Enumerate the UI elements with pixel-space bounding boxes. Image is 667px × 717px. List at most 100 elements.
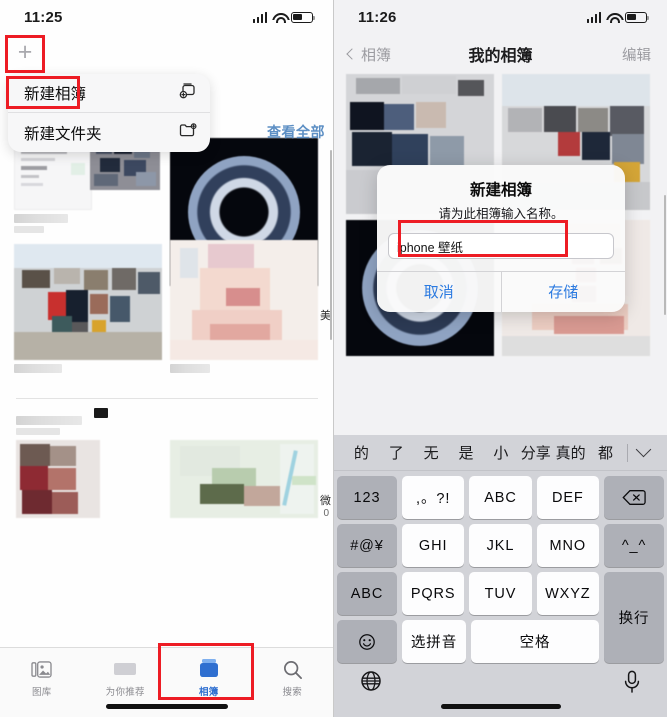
key-space[interactable]: 空格 — [471, 620, 599, 663]
tab-label: 搜索 — [282, 687, 303, 698]
left-status-bar: 11:25 — [0, 0, 333, 34]
save-button[interactable]: 存储 — [502, 272, 626, 312]
bottom-tab-bar: 图库 为你推荐 相簿 搜索 — [0, 647, 334, 717]
dialog-message: 请为此相簿输入名称。 — [438, 207, 564, 221]
new-album-icon — [178, 82, 197, 104]
left-phone-screen: 11:25 美 微 0 查看全部 + 新建相簿 新建文件夹 图库 为你推荐 相簿… — [0, 0, 334, 717]
keyboard-row: PQRS TUV WXYZ — [402, 572, 599, 615]
right-phone-screen: 11:26 相簿 我的相簿 编辑 新建相簿 请为此相簿输入名称。 iphone … — [334, 0, 667, 717]
photos-library-icon — [0, 656, 84, 682]
dialog-input-wrapper: iphone 壁纸 — [377, 233, 625, 271]
suggestion-word[interactable]: 分享 — [518, 442, 553, 463]
globe-icon[interactable] — [360, 670, 382, 697]
keyboard-row: GHI JKL MNO — [402, 524, 599, 567]
for-you-icon — [84, 656, 168, 682]
battery-icon — [291, 11, 316, 23]
menu-item-label: 新建文件夹 — [24, 125, 102, 143]
photo-thumbnail[interactable] — [16, 440, 100, 518]
edge-label-bottom-sub: 0 — [323, 508, 329, 519]
key-def[interactable]: DEF — [536, 476, 599, 519]
scroll-indicator[interactable] — [329, 150, 332, 340]
key-abc-mode[interactable]: ABC — [337, 572, 397, 615]
edge-label-bottom: 微 — [320, 495, 331, 507]
suggestion-word[interactable]: 小 — [484, 442, 519, 463]
chevron-down-icon[interactable] — [635, 441, 652, 458]
plus-icon: + — [17, 38, 33, 66]
suggestion-bar: 的 了 无 是 小 分享 真的 都 — [334, 435, 667, 471]
chinese-keyboard: 的 了 无 是 小 分享 真的 都 123 #@¥ ABC ,。?! ABC D… — [334, 435, 667, 717]
search-icon — [251, 656, 334, 682]
suggestion-word[interactable]: 是 — [449, 442, 484, 463]
dialog-title: 新建相簿 — [469, 182, 532, 199]
photo-thumbnail[interactable] — [170, 440, 318, 518]
wifi-icon — [272, 12, 286, 23]
status-icon-group — [252, 11, 316, 23]
sidebar-item-library[interactable]: 图库 — [0, 656, 84, 698]
suggestion-word[interactable]: 真的 — [553, 442, 588, 463]
add-button[interactable]: + — [12, 40, 38, 66]
page-title: 我的相簿 — [468, 48, 533, 65]
key-mno[interactable]: MNO — [536, 524, 599, 567]
cancel-button[interactable]: 取消 — [377, 272, 502, 312]
photo-thumbnail[interactable] — [14, 244, 162, 360]
key-kaomoji[interactable]: ^_^ — [604, 524, 664, 567]
key-abc[interactable]: ABC — [469, 476, 532, 519]
suggestion-word[interactable]: 了 — [379, 442, 414, 463]
wifi-icon — [606, 12, 620, 23]
key-symbols[interactable]: #@¥ — [337, 524, 397, 567]
sidebar-item-for-you[interactable]: 为你推荐 — [84, 656, 168, 698]
key-return[interactable]: 换行 — [604, 572, 664, 663]
divider — [627, 443, 628, 462]
dialog-button-row: 取消 存储 — [377, 271, 625, 312]
home-indicator — [106, 704, 228, 709]
key-punctuation[interactable]: ,。?! — [402, 476, 465, 519]
keyboard-center-column: ,。?! ABC DEF GHI JKL MNO PQRS TUV WXYZ 选… — [402, 476, 599, 663]
microphone-icon[interactable] — [623, 670, 641, 699]
back-button-label: 相簿 — [361, 46, 392, 64]
status-time: 11:26 — [358, 8, 397, 26]
key-pqrs[interactable]: PQRS — [402, 572, 465, 615]
cellular-signal-icon — [252, 11, 267, 23]
see-all-link[interactable]: 查看全部 — [267, 122, 325, 142]
navigation-bar: 相簿 我的相簿 编辑 — [334, 34, 667, 74]
photo-thumbnail[interactable] — [170, 240, 318, 360]
menu-item-label: 新建相簿 — [24, 86, 87, 103]
keyboard-row: ,。?! ABC DEF — [402, 476, 599, 519]
key-jkl[interactable]: JKL — [469, 524, 532, 567]
menu-item-new-folder[interactable]: 新建文件夹 — [8, 113, 210, 152]
edit-button[interactable]: 编辑 — [622, 44, 651, 65]
emoji-icon[interactable] — [337, 620, 397, 663]
tab-label: 图库 — [31, 687, 52, 698]
menu-item-new-album[interactable]: 新建相簿 — [8, 74, 210, 113]
add-context-menu: 新建相簿 新建文件夹 — [8, 74, 210, 152]
status-time: 11:25 — [24, 8, 63, 26]
key-tuv[interactable]: TUV — [469, 572, 532, 615]
key-123[interactable]: 123 — [337, 476, 397, 519]
album-name-input[interactable]: iphone 壁纸 — [388, 233, 614, 259]
tab-label: 为你推荐 — [105, 687, 145, 698]
backspace-icon[interactable] — [604, 476, 664, 519]
back-button[interactable]: 相簿 — [346, 44, 392, 65]
key-select-pinyin[interactable]: 选拼音 — [402, 620, 466, 663]
albums-icon — [167, 656, 251, 682]
key-ghi[interactable]: GHI — [402, 524, 465, 567]
suggestion-word[interactable]: 的 — [344, 442, 379, 463]
status-icon-group — [586, 11, 650, 23]
keyboard-grid: 123 #@¥ ABC ,。?! ABC DEF GHI JKL MNO PQR… — [334, 471, 667, 666]
keyboard-bottom-bar — [334, 670, 667, 717]
suggestion-word[interactable]: 无 — [414, 442, 449, 463]
new-album-dialog: 新建相簿 请为此相簿输入名称。 iphone 壁纸 取消 存储 — [377, 165, 625, 312]
photo-thumbnail[interactable] — [14, 144, 92, 210]
scroll-indicator[interactable] — [663, 195, 666, 315]
dual-screenshot-container: 11:25 美 微 0 查看全部 + 新建相簿 新建文件夹 图库 为你推荐 相簿… — [0, 0, 667, 717]
keyboard-right-column: ^_^ 换行 — [604, 476, 664, 663]
battery-icon — [625, 11, 650, 23]
sidebar-item-albums[interactable]: 相簿 — [167, 656, 251, 698]
chevron-left-icon — [346, 48, 358, 60]
tab-label: 相簿 — [198, 687, 219, 698]
home-indicator — [440, 704, 561, 709]
new-folder-icon — [178, 122, 197, 144]
suggestion-word[interactable]: 都 — [588, 442, 623, 463]
key-wxyz[interactable]: WXYZ — [536, 572, 599, 615]
sidebar-item-search[interactable]: 搜索 — [251, 656, 334, 698]
